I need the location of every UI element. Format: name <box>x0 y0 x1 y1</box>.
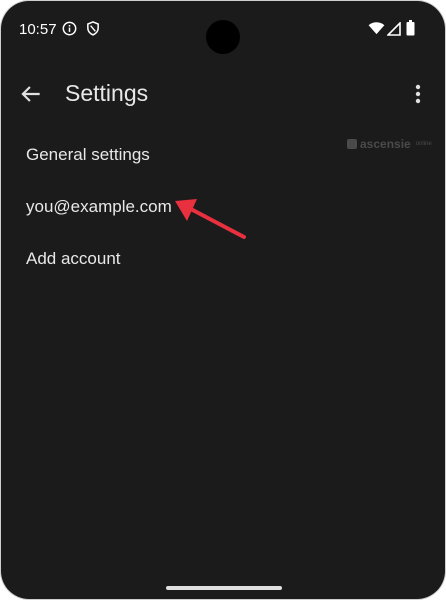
menu-item-general-settings[interactable]: General settings <box>1 129 445 181</box>
menu-item-label: Add account <box>26 249 121 268</box>
info-icon <box>62 21 77 36</box>
camera-cutout <box>206 20 240 54</box>
more-options-button[interactable] <box>409 81 427 107</box>
cell-signal-icon <box>387 22 401 36</box>
menu-item-label: General settings <box>26 145 150 164</box>
status-time: 10:57 <box>19 21 57 38</box>
app-bar: Settings <box>1 71 445 117</box>
page-title: Settings <box>65 80 149 106</box>
wifi-icon <box>368 22 385 35</box>
phone-screen: 10:57 Settings ascensie online General s… <box>1 1 445 599</box>
battery-icon <box>406 20 415 36</box>
back-button[interactable] <box>18 81 44 107</box>
annotation-arrow <box>175 199 246 239</box>
arrow-left-icon <box>21 86 40 102</box>
more-vert-icon <box>415 84 421 104</box>
status-bar: 10:57 <box>1 1 445 59</box>
shield-icon <box>87 21 99 36</box>
menu-item-label: you@example.com <box>26 197 172 216</box>
gesture-nav-handle[interactable] <box>166 586 282 590</box>
